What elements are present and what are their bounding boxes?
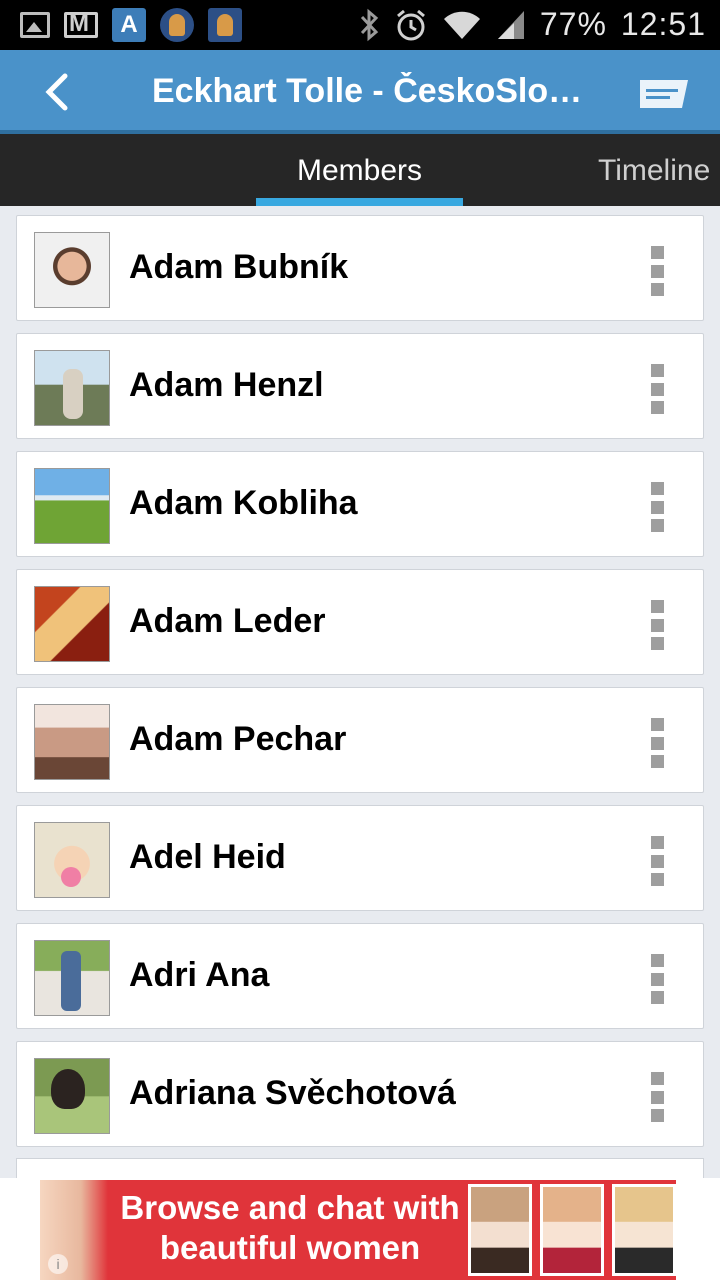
owl-app-icon xyxy=(160,8,194,42)
tab-timeline[interactable]: Timeline xyxy=(598,154,710,188)
list-item[interactable]: Adam Leder xyxy=(16,569,704,675)
image-notification-icon xyxy=(20,12,50,38)
alarm-icon xyxy=(396,9,425,40)
list-item[interactable]: Adam Pechar xyxy=(16,687,704,793)
member-name: Adam Bubník xyxy=(129,248,349,286)
gmail-icon xyxy=(64,10,98,38)
bluetooth-icon xyxy=(360,8,379,41)
ad-content[interactable]: i Browse and chat with beautiful women xyxy=(40,1180,676,1280)
message-button[interactable] xyxy=(638,78,690,108)
avatar xyxy=(34,822,110,898)
ad-photo xyxy=(540,1184,604,1276)
overflow-menu-icon[interactable] xyxy=(651,836,665,886)
ad-photos xyxy=(468,1184,676,1276)
overflow-menu-icon[interactable] xyxy=(651,718,665,768)
avatar xyxy=(34,586,110,662)
app-bar: Eckhart Tolle - ČeskoSlo… xyxy=(0,50,720,134)
avatar xyxy=(34,1058,110,1134)
signal-icon xyxy=(497,10,524,39)
tab-bar: Members Timeline xyxy=(0,134,720,206)
avatar xyxy=(34,468,110,544)
app-a-icon: A xyxy=(112,8,146,42)
overflow-menu-icon[interactable] xyxy=(651,954,665,1004)
ad-photo xyxy=(468,1184,532,1276)
notification-icons: A xyxy=(20,8,242,42)
avatar xyxy=(34,940,110,1016)
member-name: Adam Leder xyxy=(129,602,326,640)
active-tab-indicator xyxy=(256,198,463,206)
battery-percentage: 77% xyxy=(539,6,607,42)
overflow-menu-icon[interactable] xyxy=(651,482,665,532)
avatar xyxy=(34,350,110,426)
avatar xyxy=(34,232,110,308)
overflow-menu-icon[interactable] xyxy=(651,600,665,650)
list-item[interactable]: Adri Ana xyxy=(16,923,704,1029)
ad-banner[interactable]: i Browse and chat with beautiful women xyxy=(0,1178,720,1280)
list-item[interactable]: Adam Bubník xyxy=(16,215,704,321)
member-name: Adri Ana xyxy=(129,956,270,994)
clock: 12:51 xyxy=(620,6,706,42)
system-icons: 77% 12:51 xyxy=(358,6,706,43)
member-name: Adam Kobliha xyxy=(129,484,358,522)
member-name: Adam Henzl xyxy=(129,366,324,404)
member-name: Adriana Svěchotová xyxy=(129,1074,456,1112)
member-name: Adam Pechar xyxy=(129,720,347,758)
avatar xyxy=(34,704,110,780)
ad-line-2: beautiful women xyxy=(159,1229,421,1266)
overflow-menu-icon[interactable] xyxy=(651,246,665,296)
back-arrow-icon xyxy=(45,73,68,111)
list-item[interactable]: Adam Kobliha xyxy=(16,451,704,557)
message-icon xyxy=(640,80,688,108)
ad-text: Browse and chat with beautiful women xyxy=(110,1188,470,1268)
overflow-menu-icon[interactable] xyxy=(651,364,665,414)
tab-members[interactable]: Members xyxy=(256,154,463,188)
member-name: Adel Heid xyxy=(129,838,286,876)
list-item[interactable]: Adam Henzl xyxy=(16,333,704,439)
ad-line-1: Browse and chat with xyxy=(120,1189,460,1226)
back-button[interactable] xyxy=(36,72,76,112)
page-title: Eckhart Tolle - ČeskoSlo… xyxy=(152,72,583,110)
list-item[interactable]: Adriana Svěchotová xyxy=(16,1041,704,1147)
list-item[interactable]: Adel Heid xyxy=(16,805,704,911)
status-bar: A 77% 12:51 xyxy=(0,0,720,50)
member-list: Adam Bubník Adam Henzl Adam Kobliha Adam… xyxy=(16,215,704,1159)
list-item-partial[interactable] xyxy=(16,1158,704,1178)
ad-info-icon[interactable]: i xyxy=(48,1254,68,1274)
overflow-menu-icon[interactable] xyxy=(651,1072,665,1122)
ad-photo xyxy=(612,1184,676,1276)
owl-app-icon xyxy=(208,8,242,42)
wifi-icon xyxy=(443,11,480,39)
